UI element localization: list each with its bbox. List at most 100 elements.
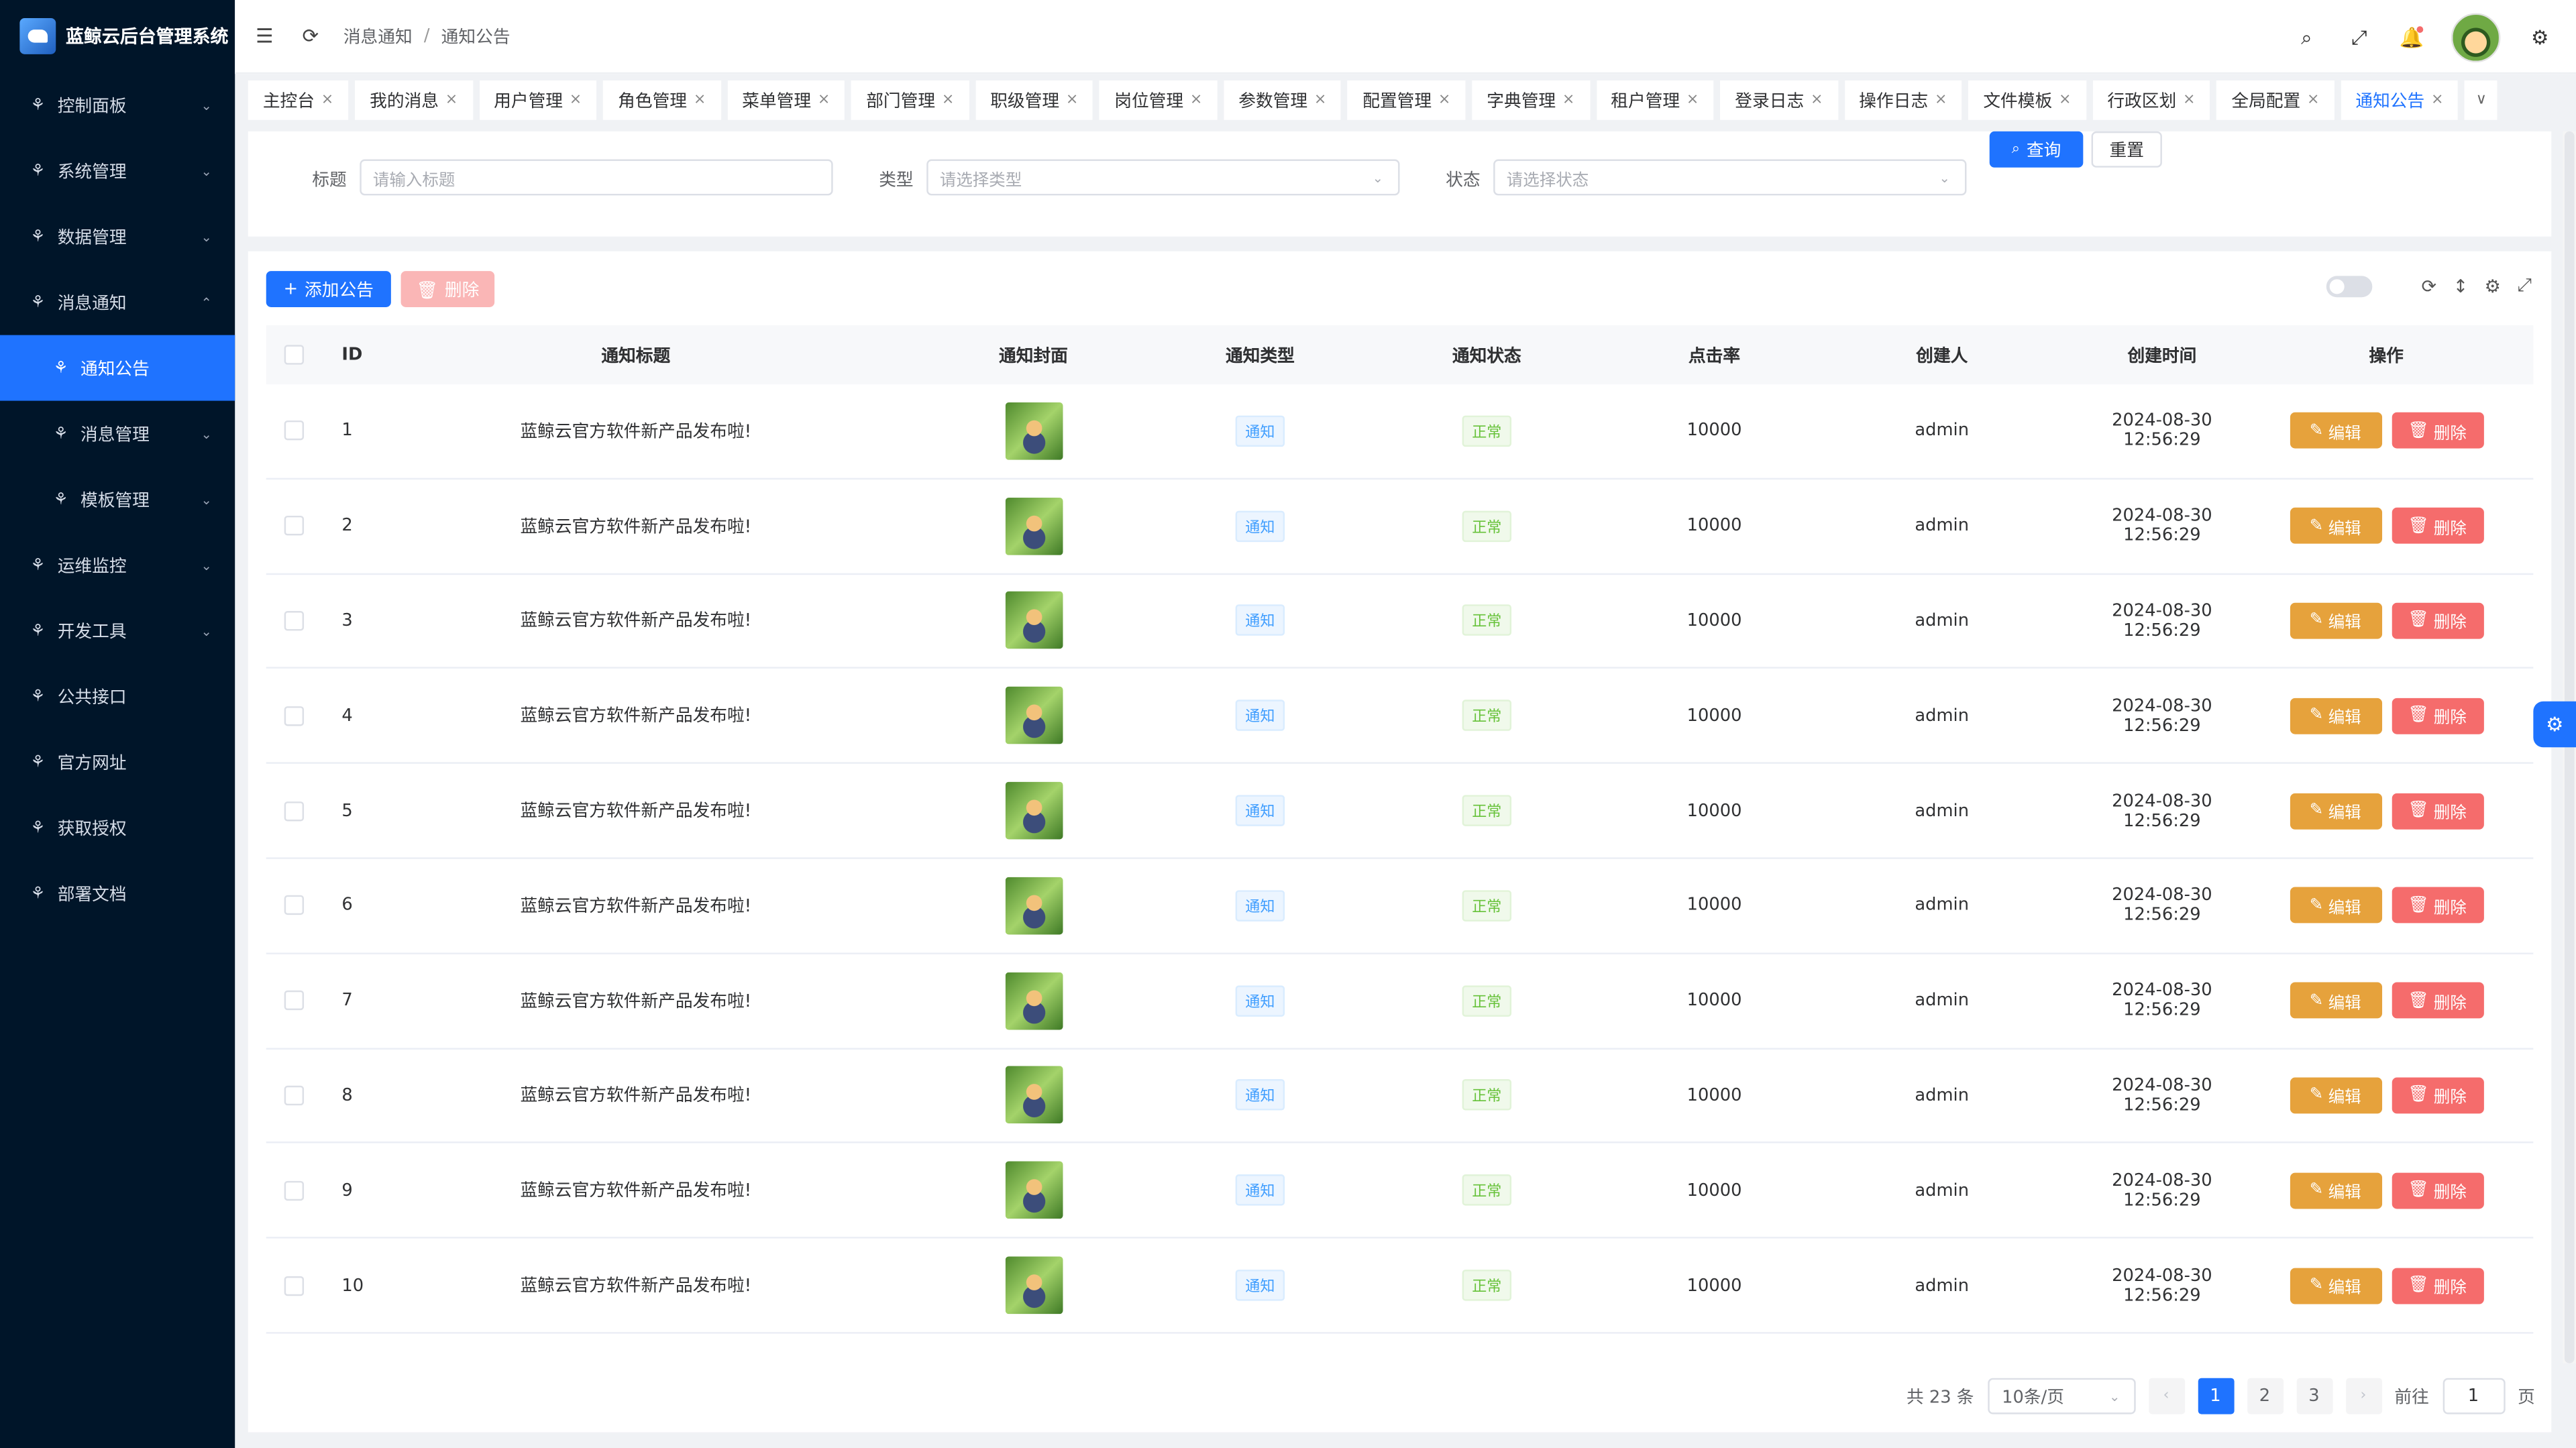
sidebar-item[interactable]: ⚘ 模板管理 ⌄ (0, 467, 235, 533)
tab[interactable]: 文件模板 × (1968, 80, 2086, 120)
add-notice-button[interactable]: + 添加公告 (266, 271, 391, 307)
cover-thumbnail[interactable] (1004, 1066, 1063, 1125)
search-icon[interactable]: ⌕ (2294, 25, 2320, 50)
tab[interactable]: 操作日志 × (1844, 80, 1962, 120)
cover-thumbnail[interactable] (1004, 592, 1063, 650)
delete-button[interactable]: 🗑 删除 (2391, 412, 2483, 449)
page-button[interactable]: 2 (2247, 1378, 2283, 1414)
edit-button[interactable]: ✎ 编辑 (2289, 412, 2381, 449)
close-icon[interactable]: × (1438, 92, 1450, 108)
select-all-checkbox[interactable] (284, 345, 305, 365)
delete-button[interactable]: 🗑 删除 (2391, 698, 2483, 734)
cover-thumbnail[interactable] (1004, 402, 1063, 460)
page-button[interactable]: 1 (2197, 1378, 2234, 1414)
sidebar-item[interactable]: ⚘ 通知公告 (0, 335, 235, 401)
close-icon[interactable]: × (321, 92, 333, 108)
bell-icon[interactable]: 🔔 (2399, 26, 2425, 49)
type-filter-select[interactable]: 请选择类型 ⌄ (926, 159, 1400, 196)
row-checkbox[interactable] (284, 1085, 305, 1106)
sidebar-item[interactable]: ⚘ 运维监控 ⌄ (0, 532, 235, 598)
menu-fold-icon[interactable]: ☰ (248, 25, 281, 48)
edit-button[interactable]: ✎ 编辑 (2289, 792, 2381, 829)
tab[interactable]: 全局配置 × (2216, 80, 2334, 120)
edit-button[interactable]: ✎ 编辑 (2289, 887, 2381, 924)
settings-icon[interactable]: ⚙ (2485, 275, 2501, 296)
sidebar-item[interactable]: ⚘ 开发工具 ⌄ (0, 598, 235, 663)
page-button[interactable]: 3 (2296, 1378, 2332, 1414)
toggle-switch[interactable] (2326, 275, 2373, 297)
tab[interactable]: 登录日志 × (1720, 80, 1838, 120)
edit-button[interactable]: ✎ 编辑 (2289, 602, 2381, 639)
sidebar-item[interactable]: ⚘ 数据管理 ⌄ (0, 204, 235, 270)
refresh-icon[interactable]: ⟳ (2422, 275, 2437, 296)
close-icon[interactable]: × (445, 92, 458, 108)
row-checkbox[interactable] (284, 991, 305, 1011)
close-icon[interactable]: × (1811, 92, 1823, 108)
sidebar-item[interactable]: ⚘ 部署文档 (0, 860, 235, 926)
close-icon[interactable]: × (1066, 92, 1078, 108)
breadcrumb-item[interactable]: 消息通知 (343, 24, 413, 49)
delete-button[interactable]: 🗑 删除 (2391, 1267, 2483, 1304)
status-filter-select[interactable]: 请选择状态 ⌄ (1493, 159, 1967, 196)
column-height-icon[interactable]: ↕ (2453, 275, 2469, 296)
fullscreen-icon[interactable]: ⤢ (2346, 25, 2372, 50)
sidebar-item[interactable]: ⚘ 控制面板 ⌄ (0, 72, 235, 138)
close-icon[interactable]: × (694, 92, 706, 108)
fullscreen-icon[interactable]: ⤢ (2517, 274, 2532, 297)
tab[interactable]: 行政区划 × (2092, 80, 2210, 120)
close-icon[interactable]: × (942, 92, 954, 108)
title-filter-input[interactable]: 请输入标题 (360, 159, 833, 196)
delete-button[interactable]: 🗑 删除 (2391, 1172, 2483, 1209)
prev-page-button[interactable]: ‹ (2148, 1378, 2184, 1414)
close-icon[interactable]: × (2183, 92, 2195, 108)
tab[interactable]: 我的消息 × (355, 80, 473, 120)
search-button[interactable]: ⌕ 查询 (1989, 131, 2084, 168)
row-checkbox[interactable] (284, 801, 305, 821)
delete-button[interactable]: 🗑 删除 (2391, 887, 2483, 924)
brand[interactable]: 蓝鲸云后台管理系统 (0, 0, 235, 72)
close-icon[interactable]: × (2307, 92, 2319, 108)
close-icon[interactable]: × (2059, 92, 2071, 108)
sidebar-item[interactable]: ⚘ 消息管理 ⌄ (0, 401, 235, 467)
edit-button[interactable]: ✎ 编辑 (2289, 698, 2381, 734)
cover-thumbnail[interactable] (1004, 877, 1063, 935)
close-icon[interactable]: × (570, 92, 582, 108)
row-checkbox[interactable] (284, 895, 305, 916)
row-checkbox[interactable] (284, 1180, 305, 1201)
edit-button[interactable]: ✎ 编辑 (2289, 1267, 2381, 1304)
goto-page-input[interactable]: 1 (2442, 1378, 2505, 1414)
row-checkbox[interactable] (284, 610, 305, 631)
cover-thumbnail[interactable] (1004, 497, 1063, 555)
delete-button[interactable]: 🗑 删除 (2391, 792, 2483, 829)
tab[interactable]: 职级管理 × (975, 80, 1093, 120)
row-checkbox[interactable] (284, 706, 305, 726)
gear-icon[interactable]: ⚙ (2527, 26, 2553, 49)
row-checkbox[interactable] (284, 1275, 305, 1296)
edit-button[interactable]: ✎ 编辑 (2289, 1172, 2381, 1209)
cover-thumbnail[interactable] (1004, 972, 1063, 1029)
close-icon[interactable]: × (1190, 92, 1202, 108)
tab[interactable]: 配置管理 × (1348, 80, 1466, 120)
tab[interactable]: 字典管理 × (1472, 80, 1590, 120)
reset-button[interactable]: 重置 (2091, 131, 2162, 168)
theme-settings-button[interactable]: ⚙ (2533, 701, 2576, 748)
avatar[interactable] (2451, 13, 2501, 63)
tab[interactable]: 参数管理 × (1224, 80, 1342, 120)
cover-thumbnail[interactable] (1004, 1162, 1063, 1219)
edit-button[interactable]: ✎ 编辑 (2289, 982, 2381, 1019)
tab[interactable]: 通知公告 × (2341, 80, 2459, 120)
tab[interactable]: 租户管理 × (1596, 80, 1714, 120)
cover-thumbnail[interactable] (1004, 781, 1063, 840)
edit-button[interactable]: ✎ 编辑 (2289, 508, 2381, 545)
delete-button[interactable]: 🗑 删除 (2391, 1077, 2483, 1114)
row-checkbox[interactable] (284, 421, 305, 441)
tab[interactable]: 用户管理 × (479, 80, 597, 120)
close-icon[interactable]: × (1562, 92, 1574, 108)
close-icon[interactable]: × (1314, 92, 1326, 108)
row-checkbox[interactable] (284, 516, 305, 536)
tab[interactable]: 部门管理 × (851, 80, 969, 120)
delete-button[interactable]: 🗑 删除 (2391, 508, 2483, 545)
next-page-button[interactable]: › (2345, 1378, 2381, 1414)
tab[interactable]: 岗位管理 × (1099, 80, 1218, 120)
tab[interactable]: 菜单管理 × (727, 80, 845, 120)
